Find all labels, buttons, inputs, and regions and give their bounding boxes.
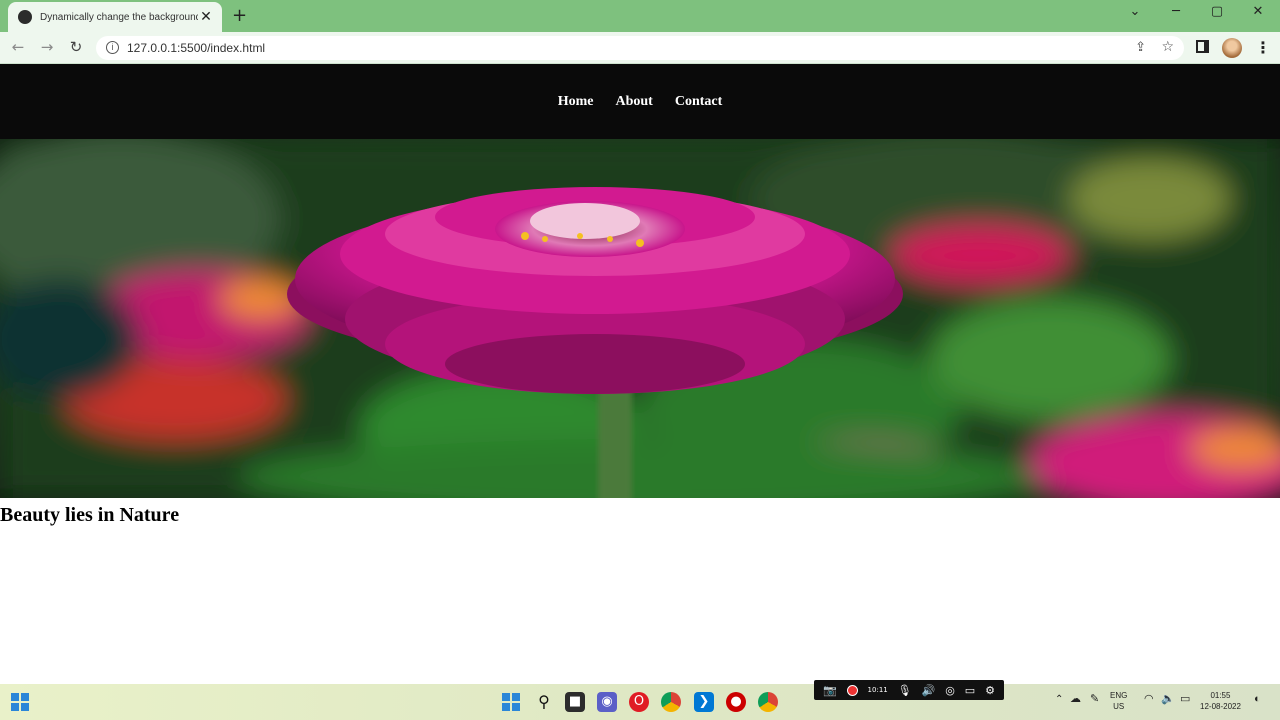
site-info-icon[interactable]: i — [106, 41, 119, 54]
tab-close-icon[interactable]: ✕ — [198, 9, 214, 25]
clock-time: 01:55 — [1210, 691, 1231, 700]
lang-top: ENG — [1110, 691, 1128, 700]
recorder-icon[interactable]: ● — [726, 692, 746, 712]
fullscreen-icon[interactable]: ▭ — [965, 684, 975, 697]
widgets-icon[interactable] — [11, 693, 29, 711]
address-bar[interactable]: i 127.0.0.1:5500/index.html ⇪ ☆ — [96, 36, 1184, 60]
file-explorer-icon[interactable]: ■ — [565, 692, 585, 712]
onedrive-icon[interactable]: ☁ — [1070, 694, 1081, 705]
speaker-icon[interactable]: 🔊 — [922, 684, 936, 697]
nav-contact-link[interactable]: Contact — [675, 94, 722, 110]
clock[interactable]: 01:55 12-08-2022 — [1200, 690, 1241, 712]
reload-button[interactable]: ↻ — [65, 38, 87, 58]
web-page: Home About Contact Beauty lies in Nature — [0, 64, 1280, 684]
new-tab-button[interactable]: + — [232, 5, 247, 26]
search-icon[interactable]: ⚲ — [534, 692, 554, 712]
tray-chevron-icon[interactable]: ⌃ — [1055, 694, 1063, 705]
windows-start-icon[interactable] — [502, 693, 520, 711]
tab-strip: Dynamically change the background ✕ + ⌄ … — [0, 0, 1280, 32]
hero-background-image — [0, 139, 1280, 498]
notification-icon[interactable]: ◐ — [1254, 694, 1261, 705]
page-heading: Beauty lies in Nature — [0, 504, 180, 526]
nav-home-link[interactable]: Home — [558, 94, 594, 110]
nav-about-link[interactable]: About — [615, 94, 652, 110]
browser-tab[interactable]: Dynamically change the background ✕ — [8, 2, 222, 32]
bookmark-star-icon[interactable]: ☆ — [1161, 39, 1174, 55]
chrome-icon[interactable] — [661, 692, 681, 712]
minimize-button[interactable]: ─ — [1156, 4, 1196, 24]
forward-button[interactable]: → — [36, 38, 58, 58]
globe-icon — [18, 10, 32, 24]
screen-recorder-bar: 📷 10:11 🎙 🔊 ◎ ▭ ⚙ — [814, 680, 1004, 700]
tab-title: Dynamically change the background — [40, 11, 198, 23]
recorder-camera-icon[interactable]: 📷 — [823, 684, 837, 697]
back-button[interactable]: ← — [7, 38, 29, 58]
vscode-icon[interactable]: ❯ — [694, 692, 714, 712]
teams-icon[interactable]: ◉ — [597, 692, 617, 712]
maximize-button[interactable]: ▢ — [1197, 4, 1237, 24]
lang-bottom: US — [1113, 702, 1125, 711]
side-panel-icon[interactable] — [1196, 40, 1209, 53]
opera-icon[interactable]: O — [629, 692, 649, 712]
microphone-icon[interactable]: 🎙 — [898, 684, 912, 697]
input-method-icon[interactable]: ✎ — [1090, 694, 1099, 705]
tab-search-icon[interactable]: ⌄ — [1115, 4, 1155, 24]
windows-taskbar: ⚲ ■ ◉ O ❯ ● ⌃ ☁ ✎ ENG US ◠ 🔈 ▭ 01:55 12-… — [0, 684, 1280, 720]
language-indicator[interactable]: ENG US — [1110, 690, 1127, 712]
close-window-button[interactable]: ✕ — [1238, 4, 1278, 24]
menu-kebab-icon[interactable]: ⋮ — [1255, 38, 1271, 57]
webcam-icon[interactable]: ◎ — [945, 684, 955, 697]
url-text: 127.0.0.1:5500/index.html — [127, 41, 266, 55]
clock-date: 12-08-2022 — [1200, 702, 1241, 711]
share-icon[interactable]: ⇪ — [1135, 40, 1146, 55]
wifi-icon[interactable]: ◠ — [1144, 694, 1154, 705]
battery-icon[interactable]: ▭ — [1180, 694, 1190, 705]
browser-toolbar: ← → ↻ i 127.0.0.1:5500/index.html ⇪ ☆ — [0, 32, 1280, 64]
recorder-time: 10:11 — [867, 686, 888, 694]
site-navbar: Home About Contact — [0, 64, 1280, 139]
record-icon[interactable] — [846, 684, 858, 696]
settings-gear-icon[interactable]: ⚙ — [985, 684, 995, 697]
zinnia-flower-illustration — [0, 139, 1280, 498]
chrome-active-icon[interactable] — [758, 692, 778, 712]
profile-avatar[interactable] — [1222, 38, 1242, 58]
volume-icon[interactable]: 🔈 — [1161, 694, 1175, 705]
